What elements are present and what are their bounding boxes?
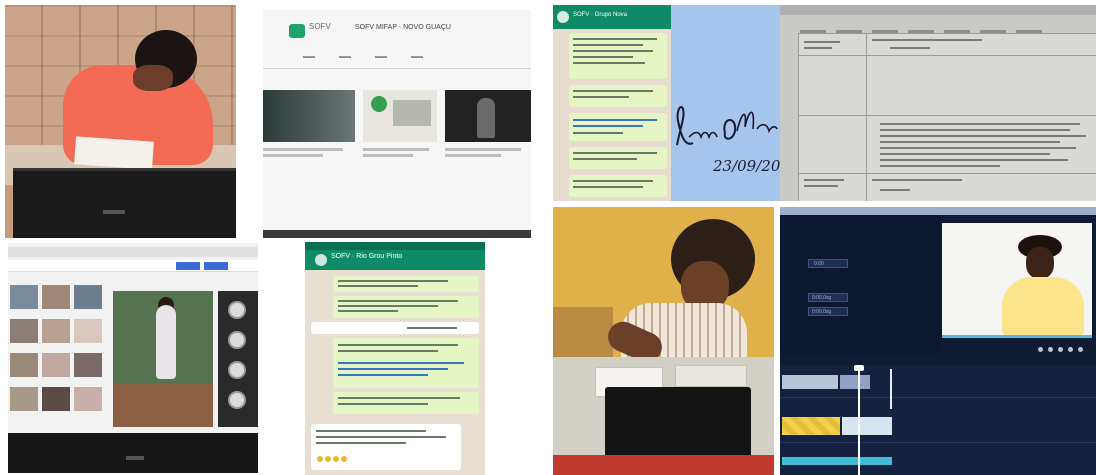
control-icon	[1038, 347, 1043, 352]
video-thumbnail	[263, 90, 355, 142]
form-table	[798, 33, 1096, 201]
timeline-clip	[782, 457, 892, 465]
play-icon	[228, 301, 246, 319]
presenter-shirt	[1002, 277, 1084, 335]
red-object	[553, 455, 774, 475]
browser-bar	[8, 247, 258, 257]
photo-person-at-desk	[553, 207, 774, 475]
timeline-marker	[890, 369, 892, 409]
laptop-base	[8, 433, 258, 473]
control-icon	[1068, 347, 1073, 352]
dancer	[156, 305, 176, 379]
editor-side-panel	[780, 215, 940, 355]
presenter-face	[1026, 247, 1054, 279]
message-bubble	[311, 322, 479, 334]
feed-thumbnail	[42, 285, 70, 309]
laptop-logo	[126, 456, 144, 460]
photo-document-form	[780, 5, 1096, 201]
feed-thumbnail	[74, 353, 102, 377]
channel-logo-icon	[289, 24, 305, 38]
photo-person-writing	[5, 5, 236, 238]
timeline-clip	[782, 417, 840, 435]
notebook	[675, 365, 747, 387]
message-bubble	[333, 276, 479, 292]
action-icon	[228, 331, 246, 349]
feed-thumbnail	[10, 285, 38, 309]
handwritten-signature: 23/09/20	[676, 106, 780, 175]
document-tabs	[800, 21, 1096, 34]
laptop	[605, 387, 751, 457]
notebook	[74, 136, 154, 170]
channel-tabs: ▬▬ ▬▬ ▬▬ ▬▬	[303, 54, 423, 60]
video-caption	[263, 148, 343, 151]
divider	[263, 68, 531, 69]
action-icon	[228, 391, 246, 409]
laptop	[13, 168, 236, 238]
chat-title: SOFV · Grupo Nova	[573, 12, 628, 18]
message-bubble	[333, 392, 479, 414]
feed-thumbnail	[42, 319, 70, 343]
playhead-handle	[854, 365, 864, 371]
feed-thumbnail	[74, 319, 102, 343]
signature-date: 23/09/20	[712, 157, 780, 175]
message-bubble	[569, 33, 667, 79]
header-button	[176, 262, 200, 270]
monitor-bezel	[263, 230, 531, 238]
person-face	[133, 65, 173, 91]
playhead	[858, 367, 860, 475]
action-icon	[228, 361, 246, 379]
photo-channel-page: SOFV SOFV MIFAP · NOVO GUAÇU ▬▬ ▬▬ ▬▬ ▬▬	[263, 10, 531, 238]
channel-title: SOFV MIFAP · NOVO GUAÇU	[355, 24, 451, 31]
logo-icon	[371, 96, 387, 112]
document-toolbar	[780, 5, 1096, 15]
feed-thumbnail	[74, 285, 102, 309]
message-bubble	[569, 113, 667, 141]
message-bubble	[569, 85, 667, 107]
header-button	[204, 262, 228, 270]
timeline-clip	[840, 375, 870, 389]
video-caption	[363, 148, 429, 151]
feed-thumbnail	[42, 387, 70, 411]
photo-video-feed	[8, 243, 258, 473]
preview-progress-bar	[942, 335, 1092, 338]
feed-thumbnail	[10, 319, 38, 343]
photo-chat-1: SOFV · Rio Grou Pinto	[305, 242, 485, 475]
photo-video-editor: 0:00 0:00,0sg 0:00,0sg	[780, 207, 1096, 475]
signature-card: 23/09/20	[671, 5, 780, 201]
message-bubble	[333, 296, 479, 318]
status-bar	[305, 242, 485, 250]
group-avatar	[557, 11, 569, 23]
feed-thumbnail	[10, 387, 38, 411]
channel-name: SOFV	[309, 22, 331, 31]
chat-title: SOFV · Rio Grou Pinto	[331, 253, 403, 260]
feed-thumbnail	[42, 353, 70, 377]
play-icon	[1058, 347, 1063, 352]
editor-menubar	[780, 207, 1096, 215]
feed-thumbnail	[10, 353, 38, 377]
message-bubble	[569, 175, 667, 197]
message-bubble	[311, 424, 461, 470]
feed-thumbnail	[74, 387, 102, 411]
message-bubble	[569, 147, 667, 169]
group-avatar	[315, 254, 327, 266]
photo-chat-2: SOFV · Grupo Nova	[553, 5, 671, 201]
control-icon	[1048, 347, 1053, 352]
video-caption	[445, 148, 521, 151]
control-icon	[1078, 347, 1083, 352]
laptop-logo	[103, 210, 125, 214]
playback-controls	[942, 343, 1092, 355]
message-bubble	[333, 338, 479, 388]
timeline-clip	[782, 375, 838, 389]
timeline-clip	[842, 417, 892, 435]
